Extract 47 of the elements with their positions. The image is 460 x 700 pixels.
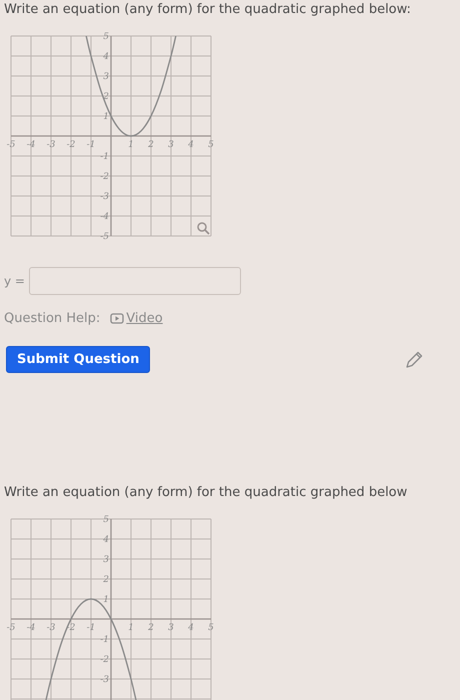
tick-label: 3 (103, 72, 109, 82)
tick-label: 2 (148, 140, 154, 150)
tick-label: 5 (208, 623, 214, 633)
tick-label: -5 (6, 140, 16, 150)
tick-label: -2 (100, 172, 109, 182)
tick-label: 2 (103, 575, 109, 585)
tick-label: -1 (100, 635, 109, 645)
tick-label: 4 (103, 52, 109, 62)
answer-field[interactable] (28, 267, 241, 295)
tick-label: 5 (103, 515, 109, 525)
tick-label: -2 (100, 655, 109, 665)
tick-label: 4 (103, 535, 109, 545)
submit-button[interactable]: Submit Question (6, 346, 150, 373)
tick-label: -3 (100, 675, 109, 685)
tick-label: 3 (103, 555, 109, 565)
question-prompt: Write an equation (any form) for the quadratic graphed below: (4, 2, 412, 17)
tick-label: 1 (103, 112, 109, 122)
help-label: Question Help: (4, 311, 100, 326)
tick-label: -5 (6, 623, 16, 633)
tick-label: -1 (86, 623, 96, 633)
tick-label: -1 (100, 152, 109, 162)
tick-label: -4 (100, 212, 109, 222)
zoom-icon[interactable] (197, 222, 210, 235)
tick-label: 5 (208, 140, 214, 150)
tick-label: 2 (148, 623, 154, 633)
tick-label: -3 (46, 140, 56, 150)
video-link[interactable]: Video (110, 311, 163, 326)
tick-label: 1 (128, 623, 134, 633)
tick-label: -4 (26, 140, 36, 150)
tick-label: 1 (103, 595, 109, 605)
tick-label: -5 (100, 232, 109, 241)
question-prompt: Write an equation (any form) for the quadratic graphed below (4, 485, 408, 500)
video-icon[interactable] (110, 313, 124, 324)
pencil-icon[interactable] (404, 350, 424, 370)
tick-label: -1 (86, 140, 96, 150)
tick-label: 4 (188, 140, 194, 150)
tick-label: 3 (168, 140, 174, 150)
tick-label: 5 (103, 32, 109, 42)
tick-label: -2 (66, 140, 76, 150)
tick-label: 3 (168, 623, 174, 633)
tick-label: -4 (26, 623, 36, 633)
answer-label: y = (4, 274, 25, 288)
tick-label: -3 (100, 192, 109, 202)
tick-label: -3 (46, 623, 56, 633)
tick-label: -2 (66, 623, 76, 633)
tick-label: 1 (128, 140, 134, 150)
tick-label: 4 (188, 623, 194, 633)
